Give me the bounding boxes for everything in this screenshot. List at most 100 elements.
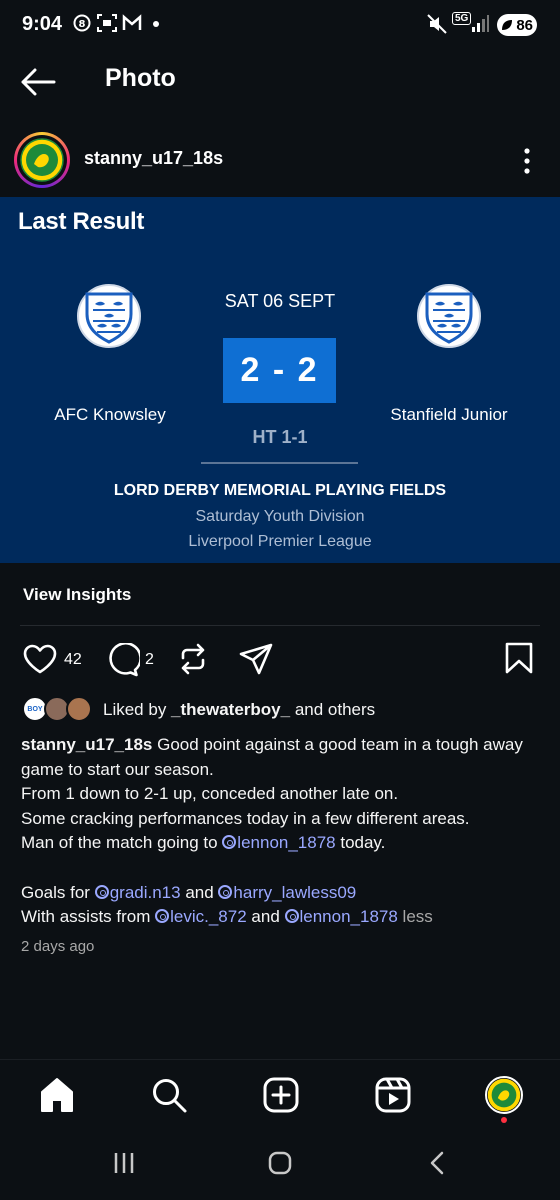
mention-link[interactable]: lennon_1878 xyxy=(284,907,398,927)
caption-text: today. xyxy=(335,833,386,853)
post-username[interactable]: stanny_u17_18s xyxy=(84,148,223,169)
recents-button[interactable] xyxy=(112,1151,136,1175)
reels-icon xyxy=(375,1077,411,1113)
liked-by-user[interactable]: _thewaterboy_ xyxy=(171,700,290,719)
post-timestamp: 2 days ago xyxy=(21,938,95,955)
mention-link[interactable]: harry_lawless09 xyxy=(218,883,356,902)
system-home-button[interactable] xyxy=(267,1151,293,1175)
away-team-name: Stanfield Junior xyxy=(390,405,508,424)
more-vertical-icon xyxy=(524,148,530,174)
away-team-crest xyxy=(417,284,481,348)
match-date: SAT 06 SEPT xyxy=(224,291,336,311)
notification-dot xyxy=(501,1117,507,1123)
screenshot-icon xyxy=(97,14,117,32)
battery-level: 86 xyxy=(516,16,533,34)
nav-home-button[interactable] xyxy=(38,1076,76,1114)
divider xyxy=(201,462,358,464)
search-icon xyxy=(153,1079,187,1113)
notification-dot-icon xyxy=(152,20,160,28)
status-time: 9:04 xyxy=(22,13,63,35)
league: Liverpool Premier League xyxy=(188,533,372,550)
more-options-button[interactable] xyxy=(516,146,538,176)
caption-text: From 1 down to 2-1 up, conceded another … xyxy=(21,784,399,804)
back-arrow-icon xyxy=(21,68,56,96)
caption-text: and xyxy=(246,907,285,927)
liked-by-text[interactable]: Liked by _thewaterboy_ and others xyxy=(103,700,375,720)
divider xyxy=(20,625,540,626)
halftime-score: HT 1-1 xyxy=(252,427,308,447)
club-badge-icon xyxy=(20,138,64,182)
data-saver-icon: 8 xyxy=(73,14,91,32)
svg-text:8: 8 xyxy=(79,19,86,30)
caption-text: Goals for xyxy=(21,882,95,902)
system-back-button[interactable] xyxy=(427,1151,447,1175)
mention-link[interactable]: lennon_1878 xyxy=(222,833,336,853)
liker-avatar[interactable] xyxy=(66,696,92,722)
fa-crest-icon xyxy=(425,292,473,344)
nav-profile-button[interactable] xyxy=(485,1076,523,1114)
send-icon xyxy=(239,643,273,675)
threads-icon xyxy=(94,884,109,899)
division: Saturday Youth Division xyxy=(195,508,365,525)
repost-button[interactable] xyxy=(176,643,210,675)
post-author-avatar[interactable] xyxy=(14,132,70,188)
page-title: Photo xyxy=(105,64,176,92)
like-button[interactable] xyxy=(22,643,58,675)
mention-text: gradi.n13 xyxy=(109,882,181,902)
mute-icon xyxy=(427,14,447,34)
signal-icon xyxy=(470,14,490,34)
liked-by-suffix: and others xyxy=(290,700,376,719)
heart-icon xyxy=(23,644,57,674)
mention-link[interactable]: gradi.n13 xyxy=(94,882,181,902)
liker-badge-text: BOY xyxy=(27,705,43,713)
mention-text: lennon_1878 xyxy=(237,833,336,853)
battery-saver-icon xyxy=(501,19,513,31)
caption-text: With assists from xyxy=(21,907,156,927)
home-team-crest xyxy=(77,284,141,348)
post-image[interactable]: Last Result SAT 06 SEPT 2 - 2 AFC Knowsl… xyxy=(0,197,560,563)
venue: LORD DERBY MEMORIAL PLAYING FIELDS xyxy=(113,482,447,499)
bookmark-icon xyxy=(505,642,533,674)
save-button[interactable] xyxy=(504,641,534,675)
threads-icon xyxy=(218,884,233,899)
comment-count[interactable]: 2 xyxy=(145,651,154,669)
card-heading: Last Result xyxy=(18,208,145,235)
caption-text: and xyxy=(180,882,219,902)
score-box: 2 - 2 xyxy=(223,338,336,403)
threads-icon xyxy=(155,909,170,924)
caption-text: Some cracking performances today in a fe… xyxy=(21,808,470,828)
club-badge-icon xyxy=(487,1078,521,1112)
liked-by-prefix: Liked by xyxy=(103,700,172,719)
recents-icon xyxy=(114,1153,134,1173)
caption-text: Man of the match going to xyxy=(21,833,223,853)
like-count[interactable]: 42 xyxy=(64,651,82,669)
post-caption: stanny_u17_18s Good point against a good… xyxy=(21,733,541,930)
home-pill-icon xyxy=(268,1151,292,1175)
chevron-left-icon xyxy=(430,1151,444,1175)
share-button[interactable] xyxy=(238,642,274,676)
home-team-name: AFC Knowsley xyxy=(54,405,166,424)
match-score: 2 - 2 xyxy=(240,351,319,389)
repost-icon xyxy=(181,643,205,675)
network-type: 5G xyxy=(452,12,472,25)
nav-search-button[interactable] xyxy=(150,1076,188,1114)
battery-indicator: 86 xyxy=(497,14,537,36)
create-icon xyxy=(263,1077,299,1113)
comment-icon xyxy=(109,643,140,677)
threads-icon xyxy=(222,835,237,850)
back-button[interactable] xyxy=(20,62,64,102)
view-insights-link[interactable]: View Insights xyxy=(23,585,131,605)
comment-button[interactable] xyxy=(104,643,140,677)
nav-create-button[interactable] xyxy=(262,1076,300,1114)
mention-text: lennon_1878 xyxy=(299,907,398,927)
nav-reels-button[interactable] xyxy=(374,1076,412,1114)
mention-link[interactable]: levic._872 xyxy=(155,907,247,926)
caption-username[interactable]: stanny_u17_18s xyxy=(21,735,152,754)
home-icon xyxy=(41,1078,73,1112)
mention-text: levic._872 xyxy=(170,907,247,927)
less-toggle[interactable]: less xyxy=(398,907,433,926)
mention-text: harry_lawless09 xyxy=(233,882,357,902)
threads-icon xyxy=(284,909,299,924)
fa-crest-icon xyxy=(85,292,133,344)
gmail-icon xyxy=(122,14,142,32)
